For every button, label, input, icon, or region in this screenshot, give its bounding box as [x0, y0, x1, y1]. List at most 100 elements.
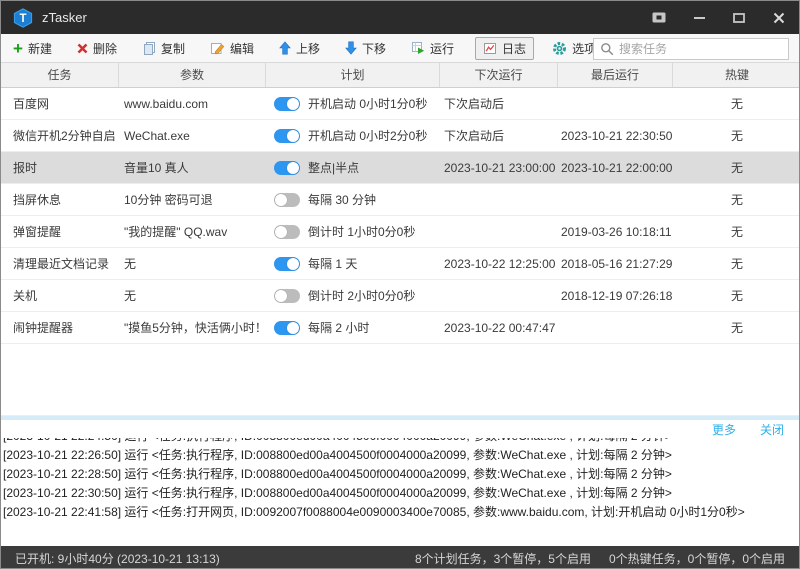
- window-title: zTasker: [42, 10, 87, 25]
- search-input[interactable]: [619, 42, 782, 56]
- log-toggle-label: 日志: [502, 40, 526, 57]
- column-header-params[interactable]: 参数: [119, 63, 266, 87]
- toggle-knob: [287, 130, 299, 142]
- task-name: 闹钟提醒器: [1, 319, 119, 336]
- log-lines: [2023-10-21 22:24:50] 运行 <任务:执行程序, ID:00…: [1, 438, 799, 522]
- run-task-label: 运行: [430, 40, 454, 57]
- task-next-run: 2023-10-22 12:25:00: [440, 257, 558, 271]
- task-params: 音量10 真人: [119, 159, 266, 176]
- edit-task-button[interactable]: 编辑: [206, 37, 258, 60]
- new-task-label: 新建: [28, 40, 52, 57]
- log-panel: 更多 关闭 [2023-10-21 22:24:50] 运行 <任务:执行程序,…: [1, 420, 799, 546]
- table-row[interactable]: 弹窗提醒"我的提醒" QQ.wav 倒计时 1小时0分0秒 2019-03-26 1…: [1, 216, 799, 248]
- toggle-knob: [287, 322, 299, 334]
- close-button[interactable]: [771, 11, 787, 25]
- task-schedule-cell: 每隔 2 小时: [266, 319, 440, 336]
- copy-task-button[interactable]: 复制: [138, 37, 189, 60]
- edit-icon: [210, 41, 225, 55]
- task-next-run: 下次启动后: [440, 95, 558, 112]
- plan-task-count: 8个计划任务，3个暂停，5个启用: [415, 550, 591, 567]
- task-enabled-toggle[interactable]: [274, 129, 300, 143]
- log-more-link[interactable]: 更多: [712, 421, 736, 438]
- task-name: 报时: [1, 159, 119, 176]
- task-enabled-toggle[interactable]: [274, 257, 300, 271]
- task-schedule-text: 倒计时 2小时0分0秒: [308, 287, 415, 304]
- app-logo-icon: T: [13, 8, 33, 28]
- column-header-schedule[interactable]: 计划: [266, 63, 440, 87]
- task-name: 弹窗提醒: [1, 223, 119, 240]
- log-close-link[interactable]: 关闭: [760, 421, 784, 438]
- task-enabled-toggle[interactable]: [274, 225, 300, 239]
- task-params: www.baidu.com: [119, 97, 266, 111]
- task-next-run: 2023-10-21 23:00:00: [440, 161, 558, 175]
- table-row[interactable]: 报时音量10 真人 整点|半点 2023-10-21 23:00:002023-10…: [1, 152, 799, 184]
- task-name: 挡屏休息: [1, 191, 119, 208]
- task-enabled-toggle[interactable]: [274, 289, 300, 303]
- uptime-status: 已开机: 9小时40分 (2023-10-21 13:13): [15, 550, 220, 567]
- hotkey-task-count: 0个热键任务，0个暂停，0个启用: [609, 550, 785, 567]
- minimize-button[interactable]: [691, 11, 707, 25]
- task-name: 清理最近文档记录: [1, 255, 119, 272]
- task-schedule-cell: 整点|半点: [266, 159, 440, 176]
- status-bar: 已开机: 9小时40分 (2023-10-21 13:13) 8个计划任务，3个…: [1, 546, 799, 569]
- minimize-icon: [694, 17, 705, 19]
- delete-task-button[interactable]: 删除: [73, 37, 121, 60]
- table-row[interactable]: 关机无倒计时 2小时0分0秒2018-12-19 07:26:18无: [1, 280, 799, 312]
- toggle-knob: [275, 194, 287, 206]
- table-row[interactable]: 百度网www.baidu.com开机启动 0小时1分0秒下次启动后无: [1, 88, 799, 120]
- column-header-last-run[interactable]: 最后运行: [558, 63, 673, 87]
- task-next-run: 下次启动后: [440, 127, 558, 144]
- task-hotkey: 无: [673, 95, 799, 112]
- maximize-button[interactable]: [731, 11, 747, 25]
- table-row[interactable]: 清理最近文档记录无每隔 1 天2023-10-22 12:25:002018-0…: [1, 248, 799, 280]
- task-params: "摸鱼5分钟，快活俩小时！" ...: [119, 319, 266, 336]
- tray-icon: [652, 12, 666, 23]
- task-last-run: 2019-03-26 10:18:11: [558, 225, 673, 239]
- new-task-button[interactable]: + 新建: [9, 37, 56, 60]
- task-enabled-toggle[interactable]: [274, 193, 300, 207]
- task-enabled-toggle[interactable]: [274, 97, 300, 111]
- ztasker-window: T zTasker +: [0, 0, 800, 569]
- toolbar: + 新建 删除 复制 编辑 上移: [1, 34, 799, 63]
- run-task-button[interactable]: 运行: [407, 37, 458, 60]
- task-params: 无: [119, 255, 266, 272]
- task-schedule-cell: 倒计时 1小时0分0秒: [266, 223, 440, 240]
- task-schedule-text: 整点|半点: [308, 159, 359, 176]
- search-box[interactable]: [593, 38, 789, 60]
- table-row[interactable]: 闹钟提醒器"摸鱼5分钟，快活俩小时！" ...每隔 2 小时2023-10-22…: [1, 312, 799, 344]
- toggle-knob: [287, 162, 299, 174]
- task-hotkey: 无: [673, 319, 799, 336]
- task-enabled-toggle[interactable]: [274, 161, 300, 175]
- toggle-knob: [275, 226, 287, 238]
- log-line: [2023-10-21 22:30:50] 运行 <任务:执行程序, ID:00…: [1, 484, 799, 503]
- log-list[interactable]: [2023-10-21 22:24:50] 运行 <任务:执行程序, ID:00…: [1, 438, 799, 546]
- move-up-button[interactable]: 上移: [275, 37, 324, 60]
- minimize-to-tray-button[interactable]: [651, 11, 667, 25]
- task-last-run: 2023-10-21 22:00:00: [558, 161, 673, 175]
- table-row[interactable]: 微信开机2分钟自启WeChat.exe开机启动 0小时2分0秒下次启动后2023…: [1, 120, 799, 152]
- task-schedule-cell: 每隔 30 分钟: [266, 191, 440, 208]
- task-hotkey: 无: [673, 255, 799, 272]
- edit-task-label: 编辑: [230, 40, 254, 57]
- task-schedule-text: 每隔 2 小时: [308, 319, 369, 336]
- log-icon: [483, 42, 497, 55]
- log-toggle-button[interactable]: 日志: [475, 37, 534, 60]
- log-line: [2023-10-21 22:28:50] 运行 <任务:执行程序, ID:00…: [1, 465, 799, 484]
- task-params: "我的提醒" QQ.wav: [119, 223, 266, 240]
- column-header-next-run[interactable]: 下次运行: [440, 63, 558, 87]
- column-header-hotkey[interactable]: 热键: [673, 63, 799, 87]
- move-down-button[interactable]: 下移: [341, 37, 390, 60]
- task-hotkey: 无: [673, 191, 799, 208]
- log-line: [2023-10-21 22:26:50] 运行 <任务:执行程序, ID:00…: [1, 446, 799, 465]
- close-icon: [773, 12, 785, 24]
- arrow-up-icon: [279, 41, 291, 55]
- task-schedule-text: 倒计时 1小时0分0秒: [308, 223, 415, 240]
- maximize-icon: [733, 13, 745, 23]
- task-hotkey: 无: [673, 127, 799, 144]
- column-header-task[interactable]: 任务: [1, 63, 119, 87]
- task-enabled-toggle[interactable]: [274, 321, 300, 335]
- task-last-run: 2018-12-19 07:26:18: [558, 289, 673, 303]
- table-row[interactable]: 挡屏休息10分钟 密码可退每隔 30 分钟无: [1, 184, 799, 216]
- toggle-knob: [287, 98, 299, 110]
- log-links: 更多 关闭: [1, 420, 799, 438]
